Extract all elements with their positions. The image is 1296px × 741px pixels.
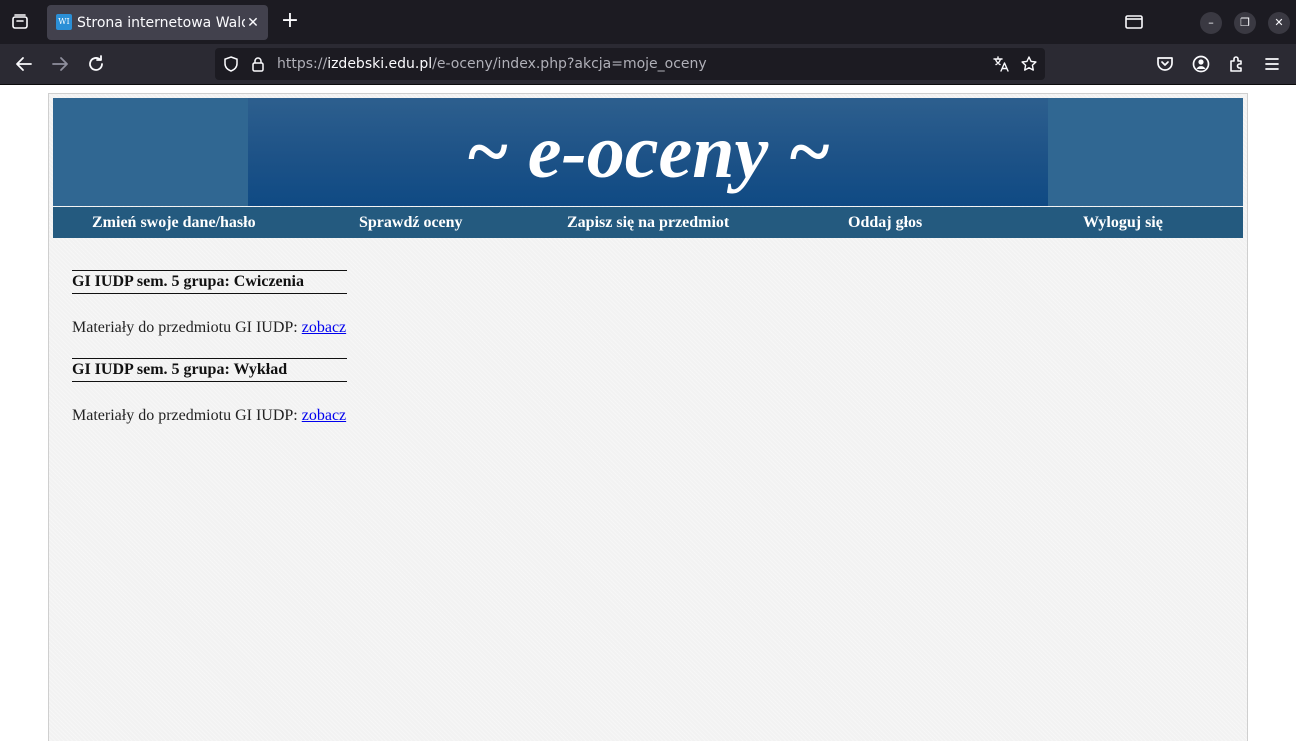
lock-icon[interactable] (249, 55, 267, 73)
tab-bar: WI Strona internetowa Wald ✕ + – ❐ ✕ (0, 0, 1296, 44)
reload-icon[interactable] (84, 52, 108, 76)
materials-text: Materiały do przedmiotu GI IUDP: (72, 407, 302, 424)
url-host: izdebski.edu.pl (327, 56, 433, 72)
page-container: ~ e-oceny ~ Zmień swoje dane/hasło Spraw… (48, 93, 1248, 741)
extensions-icon[interactable] (1225, 52, 1249, 76)
header-banner: ~ e-oceny ~ (53, 98, 1243, 206)
close-window-button[interactable]: ✕ (1268, 12, 1290, 34)
menu-item-check-grades[interactable]: Sprawdź oceny (359, 207, 463, 238)
bookmark-star-icon[interactable] (1020, 55, 1038, 73)
menu-item-change-data[interactable]: Zmień swoje dane/hasło (92, 207, 256, 238)
site-title: ~ e-oceny ~ (465, 110, 831, 194)
navigation-toolbar: https://izdebski.edu.pl/e-oceny/index.ph… (0, 44, 1296, 85)
main-menu: Zmień swoje dane/hasło Sprawdź oceny Zap… (53, 207, 1243, 238)
url-text[interactable]: https://izdebski.edu.pl/e-oceny/index.ph… (277, 54, 977, 74)
tab-title: Strona internetowa Wald (77, 15, 245, 31)
pocket-icon[interactable] (1153, 52, 1177, 76)
menu-item-enroll[interactable]: Zapisz się na przedmiot (567, 207, 729, 238)
url-bar[interactable]: https://izdebski.edu.pl/e-oceny/index.ph… (215, 48, 1045, 80)
browser-tab[interactable]: WI Strona internetowa Wald ✕ (47, 5, 268, 40)
forward-icon[interactable] (48, 52, 72, 76)
materials-link[interactable]: zobacz (302, 407, 346, 424)
materials-line: Materiały do przedmiotu GI IUDP: zobacz (72, 405, 346, 427)
section-heading: GI IUDP sem. 5 grupa: Cwiczenia (72, 270, 347, 294)
new-tab-button[interactable]: + (278, 10, 302, 34)
url-scheme: https:// (277, 56, 328, 72)
translate-icon[interactable] (992, 55, 1010, 73)
window-tabs-icon[interactable] (1122, 10, 1146, 34)
minimize-button[interactable]: – (1200, 12, 1222, 34)
shield-icon[interactable] (222, 55, 240, 73)
tab-close-icon[interactable]: ✕ (245, 13, 261, 33)
restore-button[interactable]: ❐ (1234, 12, 1256, 34)
url-path: /e-oceny/index.php?akcja=moje_oceny (432, 56, 707, 72)
menu-item-vote[interactable]: Oddaj głos (848, 207, 922, 238)
back-icon[interactable] (12, 52, 36, 76)
tab-list-icon[interactable] (8, 10, 32, 34)
materials-link[interactable]: zobacz (302, 319, 346, 336)
menu-item-logout[interactable]: Wyloguj się (1083, 207, 1163, 238)
section-heading: GI IUDP sem. 5 grupa: Wykład (72, 358, 347, 382)
account-icon[interactable] (1189, 52, 1213, 76)
materials-line: Materiały do przedmiotu GI IUDP: zobacz (72, 317, 346, 339)
menu-icon[interactable] (1260, 52, 1284, 76)
favicon-icon: WI (56, 14, 72, 30)
materials-text: Materiały do przedmiotu GI IUDP: (72, 319, 302, 336)
